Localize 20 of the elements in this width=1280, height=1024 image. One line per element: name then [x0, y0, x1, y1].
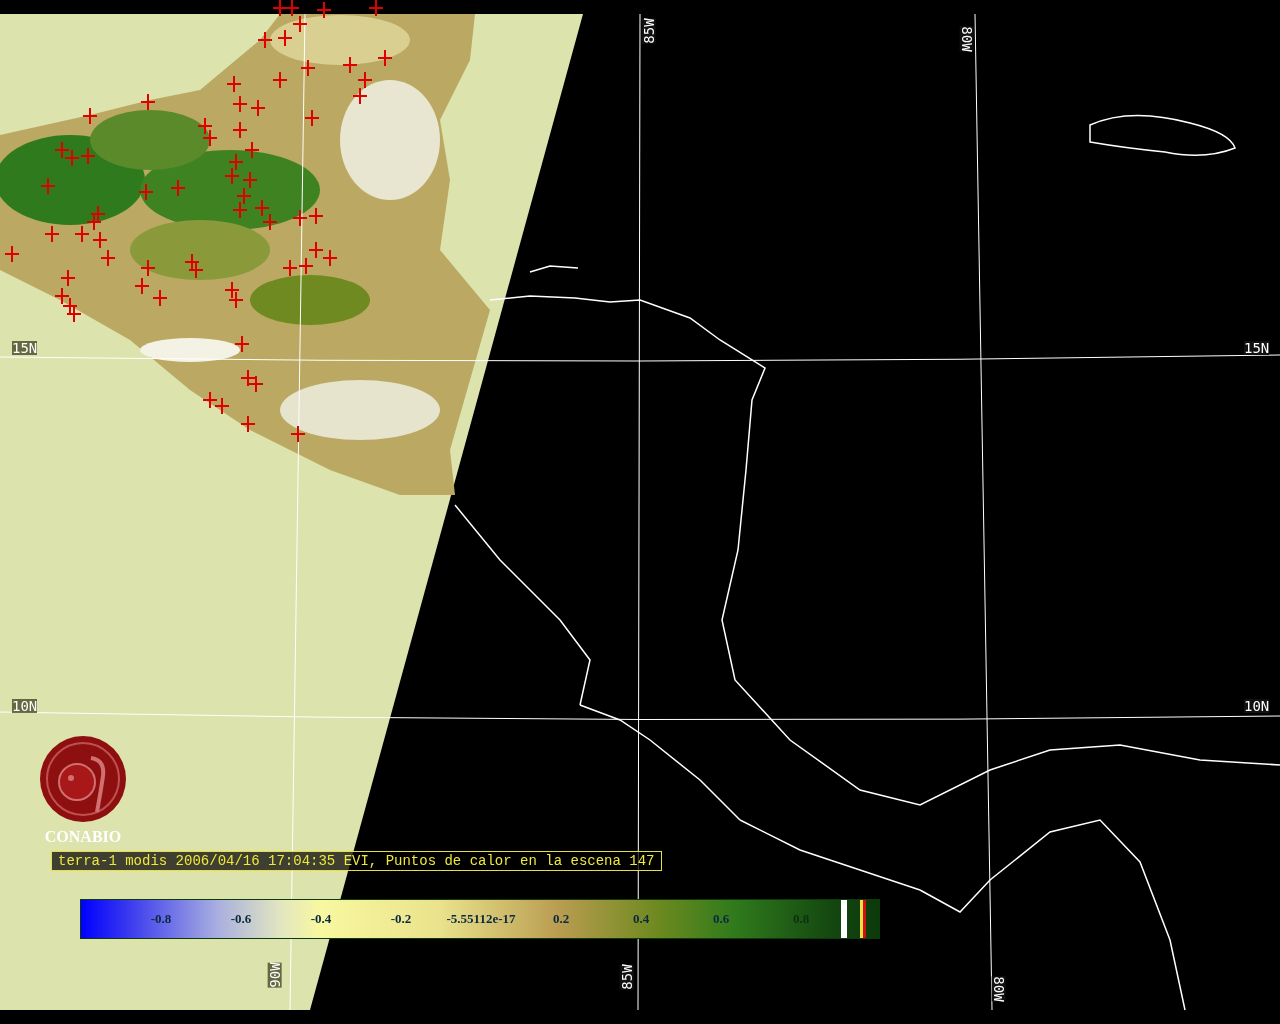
longitude-label: 85W — [641, 18, 656, 44]
scale-tick-label: 0.6 — [711, 911, 731, 927]
scale-tick-label: -0.4 — [309, 911, 333, 927]
latitude-label: 10N — [1244, 699, 1270, 713]
scale-tick-label: 0.4 — [631, 911, 651, 927]
scale-tick-label: -0.6 — [229, 911, 253, 927]
logo-wordmark: CONABIO — [44, 828, 122, 846]
longitude-label: 80W — [991, 976, 1006, 1002]
longitude-label: 90W — [267, 962, 282, 988]
scale-tick-label: 0.2 — [551, 911, 571, 927]
image-caption: terra-1 modis 2006/04/16 17:04:35 EVI, Puntos de calor en la escena 147 — [51, 851, 662, 871]
latitude-label: 10N — [12, 699, 38, 713]
longitude-label: 80W — [959, 26, 974, 52]
scale-tick-label: -5.55112e-17 — [445, 911, 517, 927]
scale-tick-label: -0.2 — [389, 911, 413, 927]
coastline — [529, 265, 579, 273]
longitude-label: 85W — [619, 964, 634, 990]
latitude-label: 15N — [1244, 341, 1270, 355]
scale-tick-label: -0.8 — [149, 911, 173, 927]
latitude-label: 15N — [12, 341, 38, 355]
